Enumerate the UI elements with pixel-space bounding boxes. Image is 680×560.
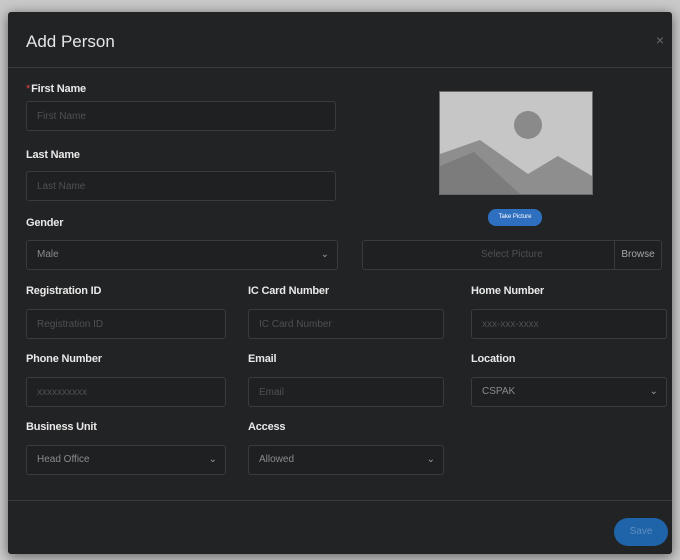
take-picture-button[interactable]: Take Picture [488,209,542,226]
access-label: Access [248,421,286,433]
registration-id-label: Registration ID [26,285,102,297]
save-button[interactable]: Save [614,518,668,546]
chevron-down-icon: ⌄ [320,249,329,260]
last-name-label: Last Name [26,149,80,161]
chevron-down-icon: ⌄ [649,386,658,397]
phone-number-label: Phone Number [26,353,102,365]
home-number-label: Home Number [471,285,544,297]
access-select[interactable]: Allowed ⌄ [248,445,444,475]
close-icon[interactable]: × [656,32,664,48]
email-label: Email [248,353,277,365]
first-name-input[interactable] [26,101,336,131]
required-mark: * [26,83,31,95]
gender-label: Gender [26,217,64,229]
first-name-label-text: First Name [31,83,86,95]
chevron-down-icon: ⌄ [208,454,217,465]
ic-card-number-input[interactable] [248,309,444,339]
footer-divider [8,500,672,501]
location-selected-value: CSPAK [482,386,516,397]
home-number-input[interactable] [471,309,667,339]
last-name-input[interactable] [26,171,336,201]
image-placeholder-icon [439,91,593,195]
add-person-dialog: Add Person × *First Name Last Name Gende… [8,12,672,554]
browse-button[interactable]: Browse [614,241,661,269]
business-unit-label: Business Unit [26,421,97,433]
first-name-label: *First Name [26,83,86,95]
ic-card-number-label: IC Card Number [248,285,329,297]
location-select[interactable]: CSPAK ⌄ [471,377,667,407]
gender-select[interactable]: Male ⌄ [26,240,338,270]
registration-id-input[interactable] [26,309,226,339]
picture-file-input[interactable]: Select Picture Browse [362,240,662,270]
gender-selected-value: Male [37,249,59,260]
business-unit-selected-value: Head Office [37,454,90,465]
access-selected-value: Allowed [259,454,295,465]
picture-file-placeholder: Select Picture [481,249,543,260]
business-unit-select[interactable]: Head Office ⌄ [26,445,226,475]
phone-number-input[interactable] [26,377,226,407]
location-label: Location [471,353,516,365]
email-input[interactable] [248,377,444,407]
dialog-title: Add Person [26,32,115,51]
chevron-down-icon: ⌄ [426,454,435,465]
dialog-header: Add Person × [8,12,672,68]
